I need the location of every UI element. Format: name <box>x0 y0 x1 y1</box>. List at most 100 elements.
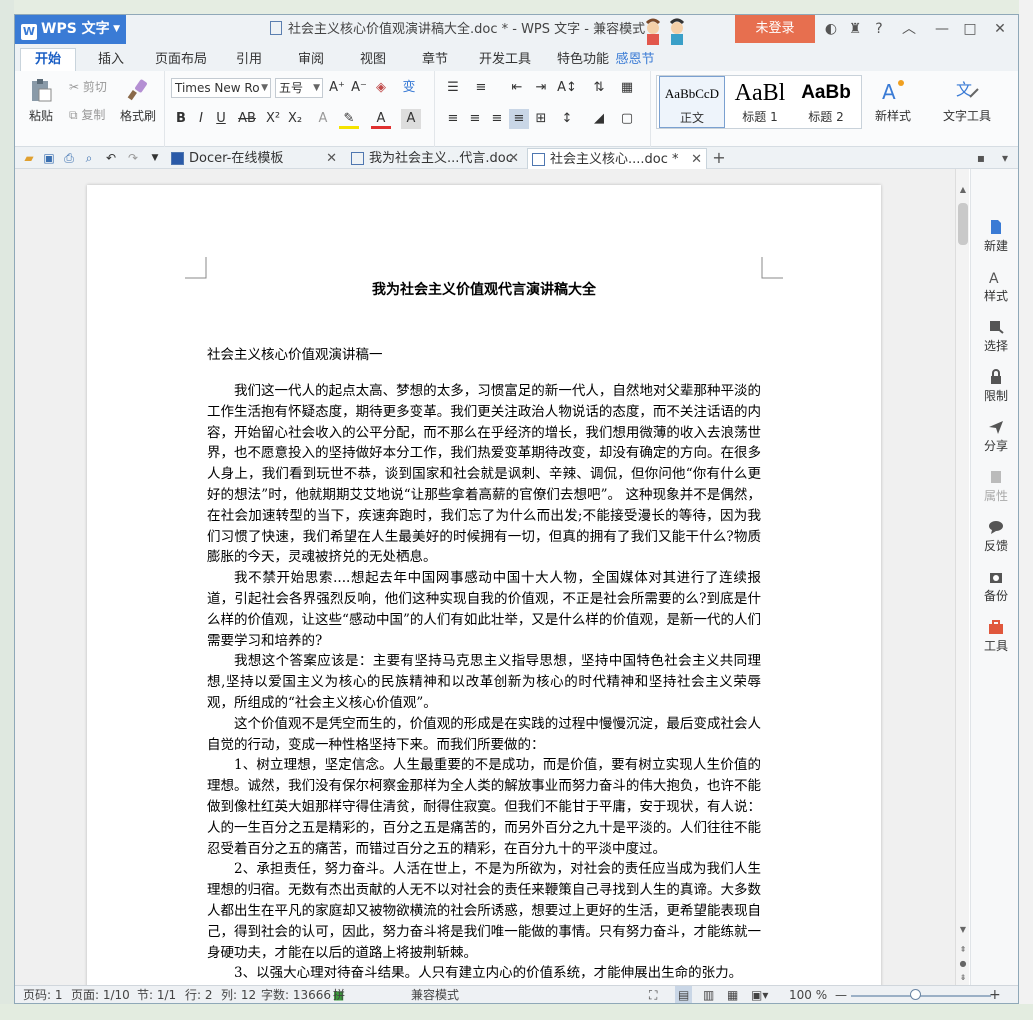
tab-references[interactable]: 引用 <box>229 49 269 71</box>
prev-page-icon[interactable]: ⇞ <box>956 945 970 954</box>
close-button[interactable]: ✕ <box>986 15 1014 44</box>
tab-start[interactable]: 开始 <box>20 48 76 72</box>
decrease-indent-icon[interactable]: ⇤ <box>507 78 527 98</box>
numbering-icon[interactable]: ≡ <box>471 78 491 98</box>
open-icon[interactable]: ▰ <box>21 150 37 166</box>
new-tab-icon[interactable]: + <box>711 150 727 166</box>
select-browse-icon[interactable]: ● <box>956 959 970 968</box>
zoom-slider[interactable] <box>851 995 991 997</box>
new-style-button[interactable]: A 新样式 <box>867 77 919 124</box>
reading-view-icon[interactable]: ▣▾ <box>751 986 768 1003</box>
app-menu-button[interactable]: W WPS 文字 ▼ <box>15 15 126 44</box>
text-effect-icon[interactable]: A <box>313 109 333 129</box>
align-right-icon[interactable]: ≡ <box>487 109 507 129</box>
help-icon[interactable]: ? <box>865 15 893 44</box>
scroll-up-icon[interactable]: ▲ <box>956 185 970 194</box>
close-icon[interactable]: ✕ <box>326 148 337 169</box>
tab-insert[interactable]: 插入 <box>91 49 131 71</box>
shrink-font-icon[interactable]: A⁻ <box>349 78 369 98</box>
doc-tab-speech[interactable]: 我为社会主义...代言.doc ✕ <box>347 148 523 169</box>
collapse-ribbon-icon[interactable]: ︿ <box>895 15 923 44</box>
web-view-icon[interactable]: ▦ <box>727 986 738 1003</box>
side-new-button[interactable]: 新建 <box>971 219 1018 254</box>
login-button[interactable]: 未登录 <box>735 15 815 43</box>
borders-icon[interactable]: ▢ <box>617 109 637 129</box>
scroll-down-icon[interactable]: ▼ <box>956 925 970 934</box>
paste-button[interactable]: 粘贴 <box>21 77 61 124</box>
minimize-button[interactable]: — <box>928 15 956 44</box>
tab-chapter[interactable]: 章节 <box>415 49 455 71</box>
tab-page-layout[interactable]: 页面布局 <box>151 49 211 71</box>
festival-label[interactable]: 感恩节 <box>613 49 657 71</box>
justify-icon[interactable]: ≡ <box>509 109 529 129</box>
subscript-icon[interactable]: X₂ <box>285 109 305 129</box>
undo-icon[interactable]: ↶ <box>103 150 119 166</box>
text-tools-button[interactable]: 文 文字工具 <box>931 77 1003 124</box>
tab-review[interactable]: 审阅 <box>291 49 331 71</box>
next-page-icon[interactable]: ⇟ <box>956 973 970 982</box>
chevron-down-icon[interactable]: ▼ <box>147 150 163 166</box>
vertical-scrollbar[interactable]: ▲ ▼ ⇞ ● ⇟ <box>955 169 969 985</box>
font-size-select[interactable]: 五号 ▼ <box>275 78 323 98</box>
tab-features[interactable]: 特色功能 <box>553 49 613 71</box>
side-share-button[interactable]: 分享 <box>971 419 1018 454</box>
char-shading-icon[interactable]: A <box>401 109 421 129</box>
copy-button[interactable]: ⧉ 复制 <box>69 105 105 125</box>
maximize-button[interactable]: □ <box>956 15 984 44</box>
scroll-thumb[interactable] <box>958 203 968 245</box>
close-icon[interactable]: ✕ <box>508 148 519 169</box>
italic-icon[interactable]: I <box>191 109 211 129</box>
sort-icon[interactable]: ⇅ <box>589 78 609 98</box>
style-normal[interactable]: AaBbCcD 正文 <box>659 76 725 128</box>
redo-icon[interactable]: ↷ <box>125 150 141 166</box>
zoom-out-icon[interactable]: — <box>835 986 847 1003</box>
window-list-icon[interactable]: ▪ <box>973 150 989 166</box>
bullets-icon[interactable]: ☰ <box>443 78 463 98</box>
clear-format-icon[interactable]: ◈ <box>371 78 391 98</box>
phonetic-icon[interactable]: 变 <box>399 78 419 98</box>
grow-font-icon[interactable]: A⁺ <box>327 78 347 98</box>
format-painter-button[interactable]: 格式刷 <box>117 77 159 124</box>
shading-icon[interactable]: ◢ <box>589 109 609 129</box>
font-color-icon[interactable]: A <box>371 109 391 129</box>
side-tools-button[interactable]: 工具 <box>971 619 1018 654</box>
bold-icon[interactable]: B <box>171 109 191 129</box>
tab-view[interactable]: 视图 <box>353 49 393 71</box>
superscript-icon[interactable]: X² <box>263 109 283 129</box>
align-left-icon[interactable]: ≡ <box>443 109 463 129</box>
line-spacing-icon[interactable]: ↕ <box>557 109 577 129</box>
side-properties-button[interactable]: 属性 <box>971 469 1018 504</box>
print-preview-icon[interactable]: ⌕ <box>81 150 97 166</box>
zoom-level[interactable]: 100 % <box>789 986 827 1003</box>
side-select-button[interactable]: 选择 <box>971 319 1018 354</box>
save-icon[interactable]: ▣ <box>41 150 57 166</box>
doc-tab-current[interactable]: 社会主义核心....doc * ✕ <box>527 148 707 169</box>
strikethrough-icon[interactable]: AB <box>237 109 257 129</box>
side-feedback-button[interactable]: 反馈 <box>971 519 1018 554</box>
underline-icon[interactable]: U <box>211 109 231 129</box>
highlight-icon[interactable]: ✎ <box>339 109 359 129</box>
fullscreen-view-icon[interactable]: ⛶ <box>649 986 657 1003</box>
style-heading-2[interactable]: AaBb 标题 2 <box>793 76 859 128</box>
outline-view-icon[interactable]: ▥ <box>703 986 714 1003</box>
align-center-icon[interactable]: ≡ <box>465 109 485 129</box>
zoom-slider-thumb[interactable] <box>910 989 921 1000</box>
tab-menu-icon[interactable]: ▾ <box>997 150 1013 166</box>
side-restrict-button[interactable]: 限制 <box>971 369 1018 404</box>
font-name-select[interactable]: Times New Ro ▼ <box>171 78 271 98</box>
cut-button[interactable]: ✂ 剪切 <box>69 77 107 97</box>
style-heading-1[interactable]: AaBl 标题 1 <box>727 76 793 128</box>
tab-developer[interactable]: 开发工具 <box>475 49 535 71</box>
page-view-icon[interactable]: ▤ <box>675 986 693 1003</box>
increase-indent-icon[interactable]: ⇥ <box>531 78 551 98</box>
side-backup-button[interactable]: 备份 <box>971 569 1018 604</box>
doc-tab-docer[interactable]: Docer-在线模板 ✕ <box>167 148 341 169</box>
text-direction-icon[interactable]: A↕ <box>557 78 577 98</box>
side-style-button[interactable]: A 样式 <box>971 269 1018 304</box>
zoom-in-icon[interactable]: + <box>989 986 1001 1003</box>
document-page[interactable]: 我为社会主义价值观代言演讲稿大全 社会主义核心价值观演讲稿一 我们这一代人的起点… <box>87 185 881 985</box>
distributed-icon[interactable]: ⊞ <box>531 109 551 129</box>
table-border-icon[interactable]: ▦ <box>617 78 637 98</box>
print-icon[interactable]: ⎙ <box>61 150 77 166</box>
close-icon[interactable]: ✕ <box>691 149 702 170</box>
